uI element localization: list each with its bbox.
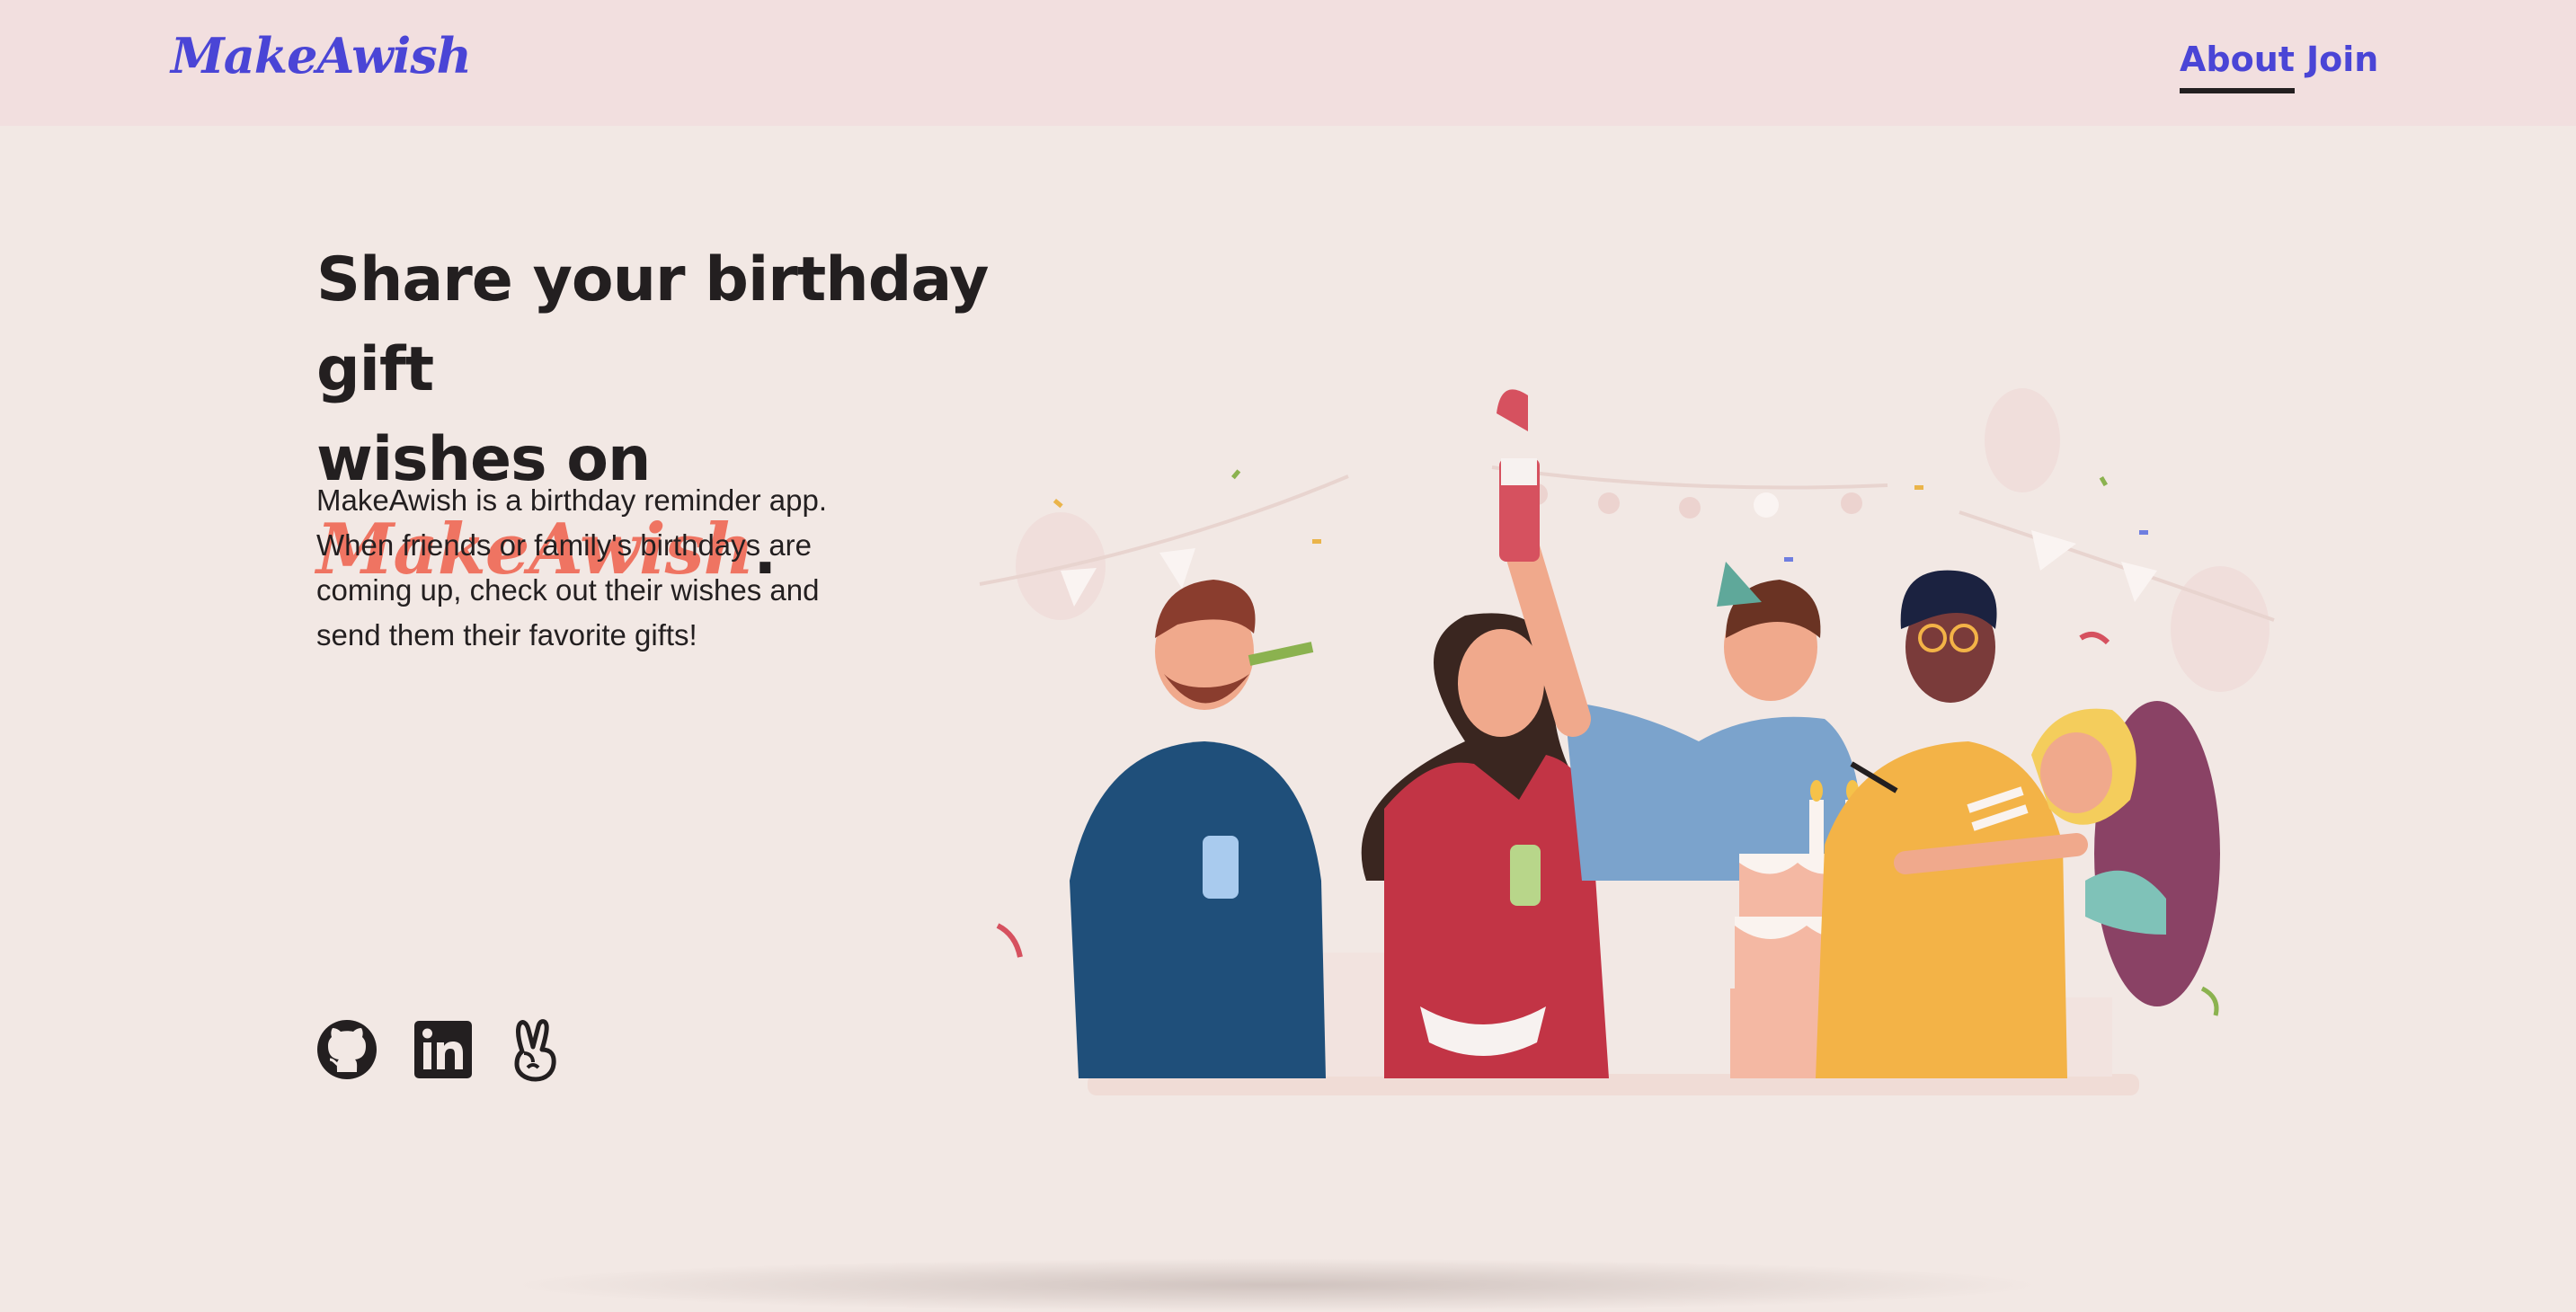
nav-about-link[interactable]: About (2180, 40, 2295, 93)
linkedin-icon[interactable] (413, 1017, 473, 1082)
hero-description: MakeAwish is a birthday reminder app. Wh… (316, 483, 827, 652)
headline-line1: Share your birthday gift (316, 244, 989, 405)
site-header: MakeAwish About Join (0, 0, 2576, 126)
birthday-party-illustration (979, 388, 2275, 1095)
github-icon[interactable] (315, 1017, 379, 1082)
angellist-icon[interactable] (509, 1017, 563, 1082)
nav-join-link[interactable]: Join (2306, 40, 2378, 79)
logo-link[interactable]: MakeAwish (171, 27, 472, 84)
section-shadow (503, 1258, 2049, 1312)
